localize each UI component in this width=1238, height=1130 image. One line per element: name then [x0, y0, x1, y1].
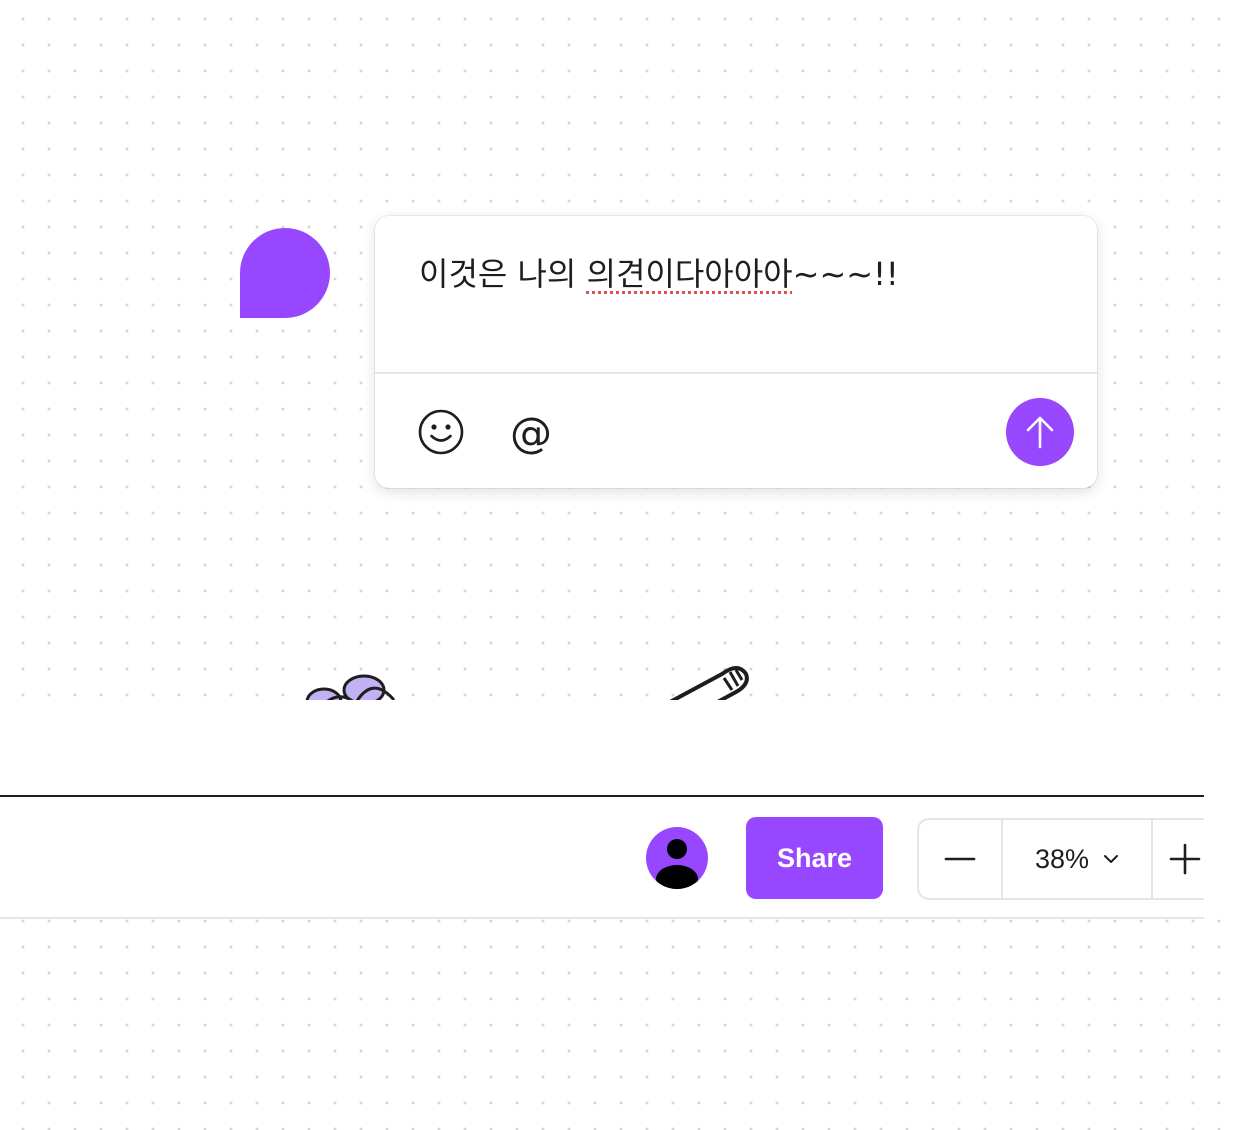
- comment-pin[interactable]: [240, 228, 330, 318]
- arrow-up-icon: [1026, 416, 1054, 449]
- toolbar-edge: [1204, 795, 1238, 919]
- at-icon: @: [510, 407, 552, 457]
- zoom-level-dropdown[interactable]: 38%: [1003, 820, 1153, 898]
- send-button[interactable]: [1006, 398, 1074, 466]
- comment-text: 이것은 나의: [419, 255, 587, 293]
- composer-divider: [375, 372, 1097, 374]
- user-avatar[interactable]: [646, 827, 708, 889]
- misspelled-word[interactable]: 의견이다아아아: [587, 255, 793, 293]
- minus-icon: [944, 857, 976, 861]
- sticker-drawing: [305, 674, 396, 700]
- zoom-out-button[interactable]: [919, 820, 1003, 898]
- comment-input[interactable]: 이것은 나의 의견이다아아아~~~!!: [419, 254, 1059, 314]
- canvas-gap: [0, 700, 1238, 795]
- sticker-partial[interactable]: [296, 660, 416, 700]
- comment-text-end: ~~~!!: [792, 255, 899, 293]
- zoom-level-value: 38%: [1034, 843, 1090, 874]
- chevron-down-icon: [1104, 855, 1119, 863]
- pencil-drawing: [669, 666, 749, 700]
- bottom-toolbar: Share 38%: [0, 795, 1217, 919]
- plus-icon: [1169, 843, 1201, 875]
- zoom-controls: 38%: [917, 818, 1217, 900]
- canvas-area-lower[interactable]: [0, 918, 1238, 1130]
- share-button[interactable]: Share: [746, 817, 883, 899]
- mention-button[interactable]: @: [503, 404, 559, 460]
- user-icon: [656, 839, 698, 889]
- pencil-sticker-partial[interactable]: [660, 656, 770, 700]
- smiley-icon: [418, 409, 464, 455]
- comment-composer: 이것은 나의 의견이다아아아~~~!! @: [375, 216, 1097, 488]
- emoji-button[interactable]: [413, 404, 469, 460]
